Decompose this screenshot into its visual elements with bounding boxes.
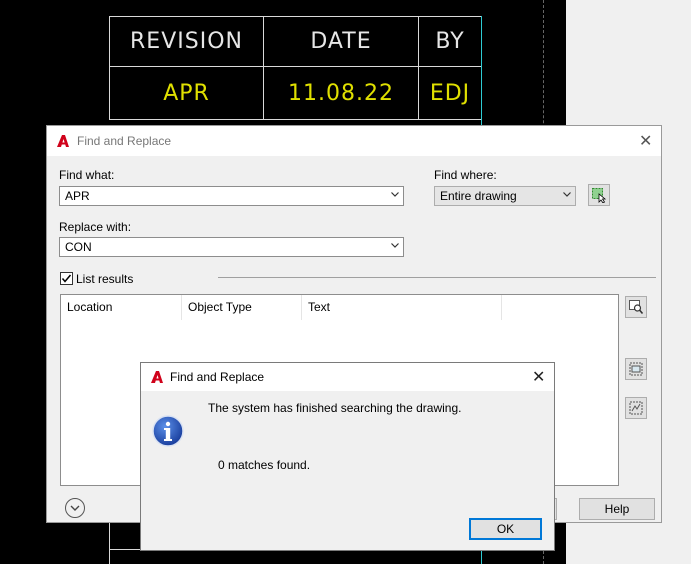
list-results-checkbox[interactable] [60, 272, 73, 285]
title-block-header-date: DATE [263, 16, 419, 67]
find-what-label: Find what: [59, 168, 115, 182]
expand-options-button[interactable] [65, 498, 85, 518]
zoom-to-selected-button[interactable] [625, 296, 647, 318]
select-all-button[interactable] [625, 397, 647, 419]
dialog-title: Find and Replace [77, 134, 172, 148]
title-block-value-by: EDJ [418, 66, 482, 120]
column-header-location[interactable]: Location [61, 295, 182, 320]
find-where-select[interactable]: Entire drawing [434, 186, 576, 206]
chevron-down-icon[interactable] [391, 190, 399, 198]
column-header-text[interactable]: Text [302, 295, 502, 320]
replace-with-combo[interactable]: CON [59, 237, 404, 257]
find-what-value: APR [65, 189, 90, 203]
title-block-line [109, 522, 110, 564]
zoom-to-selected-icon [629, 300, 644, 315]
message-line-1: The system has finished searching the dr… [208, 401, 462, 415]
dialog-titlebar[interactable]: Find and Replace ✕ [47, 126, 661, 156]
divider [218, 277, 656, 278]
title-block-value-revision: APR [109, 66, 264, 120]
message-line-2: 0 matches found. [218, 458, 311, 472]
create-selection-icon [629, 362, 643, 376]
select-objects-button[interactable] [588, 184, 610, 206]
create-selection-button[interactable] [625, 358, 647, 380]
autocad-logo-icon [151, 371, 163, 383]
title-block-value-date: 11.08.22 [263, 66, 419, 120]
list-results-label[interactable]: List results [76, 272, 133, 286]
chevron-down-icon[interactable] [563, 190, 571, 198]
info-icon [152, 415, 184, 447]
chevron-down-icon [70, 505, 80, 511]
help-button[interactable]: Help [579, 498, 655, 520]
select-objects-icon [592, 188, 607, 203]
select-all-icon [629, 401, 643, 415]
column-header-object-type[interactable]: Object Type [182, 295, 302, 320]
ok-button[interactable]: OK [469, 518, 542, 540]
autocad-logo-icon [57, 135, 69, 147]
title-block-header-by: BY [418, 16, 482, 67]
message-box: Find and Replace ✕ The system has finish… [140, 362, 555, 551]
replace-with-value: CON [65, 240, 92, 254]
replace-with-label: Replace with: [59, 220, 132, 234]
close-icon[interactable]: ✕ [639, 133, 652, 149]
message-box-title: Find and Replace [170, 370, 265, 384]
message-box-titlebar[interactable]: Find and Replace ✕ [141, 363, 554, 391]
title-block-header-revision: REVISION [109, 16, 264, 67]
chevron-down-icon[interactable] [391, 241, 399, 249]
find-where-label: Find where: [434, 168, 497, 182]
find-what-combo[interactable]: APR [59, 186, 404, 206]
find-where-value: Entire drawing [440, 189, 517, 203]
title-block-edge [481, 16, 482, 126]
checkmark-icon [61, 274, 72, 283]
close-icon[interactable]: ✕ [532, 369, 545, 385]
